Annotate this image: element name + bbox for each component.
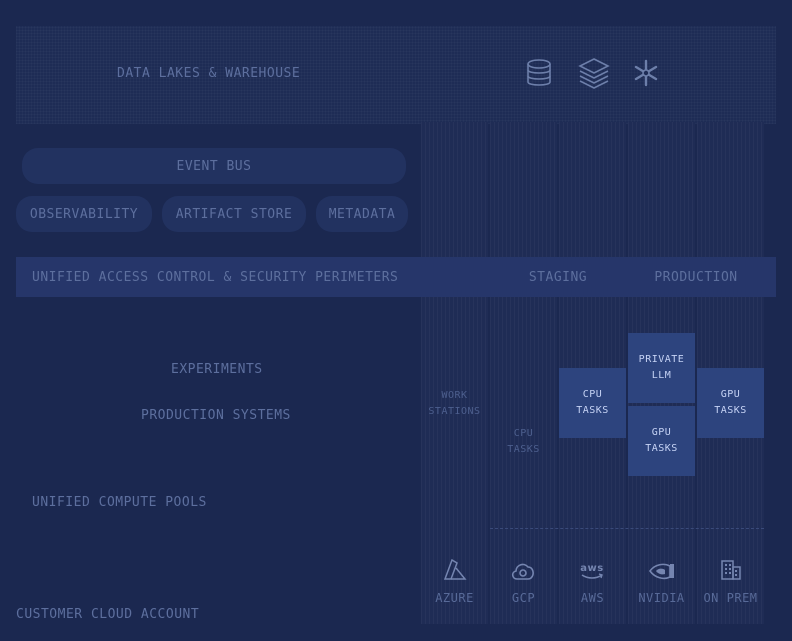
database-icon <box>525 58 553 88</box>
event-bus: EVENT BUS <box>22 148 406 184</box>
production-label: PRODUCTION <box>654 269 738 285</box>
building-icon <box>720 559 742 581</box>
task-line: TASKS <box>645 443 678 454</box>
task-line: LLM <box>651 370 672 381</box>
column-azure <box>421 122 488 624</box>
workstations-task: WORK STATIONS <box>421 388 488 420</box>
snowflake-icon <box>633 59 659 87</box>
task-line: TASKS <box>576 405 609 416</box>
aws-cpu-task: CPU TASKS <box>559 368 626 438</box>
aws-icon: aws <box>578 561 606 581</box>
provider-label-onprem: ON PREM <box>703 591 758 605</box>
task-line: PRIVATE <box>638 354 685 365</box>
gcp-cpu-task: CPU TASKS <box>490 426 557 458</box>
artifact-store-pill: ARTIFACT STORE <box>162 196 306 232</box>
task-line: TASKS <box>714 405 747 416</box>
compute-pools-label: UNIFIED COMPUTE POOLS <box>32 495 207 510</box>
observability-pill: OBSERVABILITY <box>16 196 152 232</box>
experiments-label: EXPERIMENTS <box>171 362 263 377</box>
task-line: WORK <box>441 390 468 401</box>
task-line: CPU <box>582 389 603 400</box>
private-llm-task: PRIVATE LLM <box>628 333 695 403</box>
compute-pool-divider <box>490 528 764 529</box>
provider-label-azure: AZURE <box>435 591 474 605</box>
data-lakes-title: DATA LAKES & WAREHOUSE <box>117 66 301 81</box>
production-systems-label: PRODUCTION SYSTEMS <box>141 408 291 423</box>
provider-label-gcp: GCP <box>511 591 536 605</box>
layers-icon <box>578 57 610 89</box>
customer-account-label: CUSTOMER CLOUD ACCOUNT <box>16 607 200 622</box>
nvidia-gpu-task: GPU TASKS <box>628 406 695 476</box>
task-line: GPU <box>651 427 672 438</box>
gcp-cloud-icon <box>510 561 536 581</box>
column-gcp <box>490 122 557 624</box>
onprem-gpu-task: GPU TASKS <box>697 368 764 438</box>
access-control-title: UNIFIED ACCESS CONTROL & SECURITY PERIME… <box>32 270 399 285</box>
provider-label-nvidia: NVIDIA <box>638 591 685 605</box>
svg-text:aws: aws <box>580 563 603 574</box>
staging-label: STAGING <box>528 269 588 285</box>
metadata-pill: METADATA <box>316 196 408 232</box>
task-line: GPU <box>720 389 741 400</box>
task-line: TASKS <box>507 444 540 455</box>
task-line: CPU <box>513 428 534 439</box>
azure-icon <box>443 559 467 581</box>
provider-label-aws: AWS <box>580 591 605 605</box>
task-line: STATIONS <box>428 406 481 417</box>
nvidia-icon <box>648 562 676 580</box>
